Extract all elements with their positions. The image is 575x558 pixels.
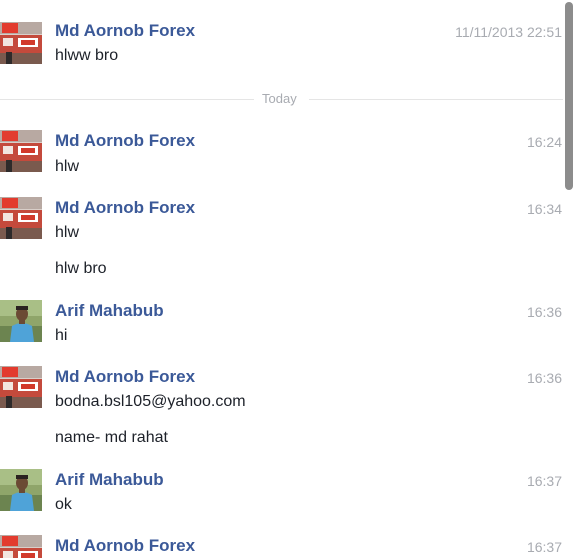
message-text: hlww bro <box>55 47 119 64</box>
sender-name[interactable]: Md Aornob Forex <box>55 198 195 218</box>
avatar[interactable] <box>0 22 42 64</box>
message-text: ok <box>55 496 72 513</box>
avatar[interactable] <box>0 300 42 342</box>
avatar[interactable] <box>0 366 42 408</box>
message-text: hlw <box>55 158 80 175</box>
message-text: hi <box>55 327 68 344</box>
message-timestamp: 16:36 <box>526 304 562 320</box>
date-divider-line <box>309 99 563 100</box>
sender-name[interactable]: Arif Mahabub <box>55 470 164 490</box>
date-divider-label: Today <box>262 91 297 106</box>
message-timestamp: 16:37 <box>526 473 562 489</box>
message-thread: Md Aornob Forex 11/11/2013 22:51 hlww br… <box>0 0 563 558</box>
sender-name[interactable]: Md Aornob Forex <box>55 131 195 151</box>
scrollbar-thumb[interactable] <box>565 2 573 190</box>
message-group: Md Aornob Forex 16:34 hlw hlw bro <box>0 197 563 287</box>
message-timestamp: 16:36 <box>526 370 562 386</box>
message-timestamp: 16:37 <box>526 539 562 555</box>
avatar[interactable] <box>0 130 42 172</box>
avatar[interactable] <box>0 535 42 558</box>
message-group: Md Aornob Forex 16:36 bodna.bsl105@yahoo… <box>0 366 563 456</box>
message-group: Md Aornob Forex 16:37 <box>0 535 563 558</box>
avatar[interactable] <box>0 197 42 239</box>
message-group: Arif Mahabub 16:36 hi <box>0 300 563 360</box>
message-text: hlw <box>55 224 80 241</box>
message-timestamp: 16:34 <box>526 201 562 217</box>
message-text: name- md rahat <box>55 429 168 446</box>
date-divider-line <box>0 99 254 100</box>
sender-name[interactable]: Md Aornob Forex <box>55 367 195 387</box>
message-group: Arif Mahabub 16:37 ok <box>0 469 563 529</box>
sender-name[interactable]: Md Aornob Forex <box>55 21 195 41</box>
message-text: bodna.bsl105@yahoo.com <box>55 393 246 410</box>
sender-name[interactable]: Arif Mahabub <box>55 301 164 321</box>
message-timestamp: 11/11/2013 22:51 <box>455 24 562 40</box>
message-timestamp: 16:24 <box>526 134 562 150</box>
avatar[interactable] <box>0 469 42 511</box>
message-text: hlw bro <box>55 260 107 277</box>
sender-name[interactable]: Md Aornob Forex <box>55 536 195 556</box>
message-group: Md Aornob Forex 11/11/2013 22:51 hlww br… <box>0 0 563 80</box>
message-group: Md Aornob Forex 16:24 hlw <box>0 130 563 190</box>
